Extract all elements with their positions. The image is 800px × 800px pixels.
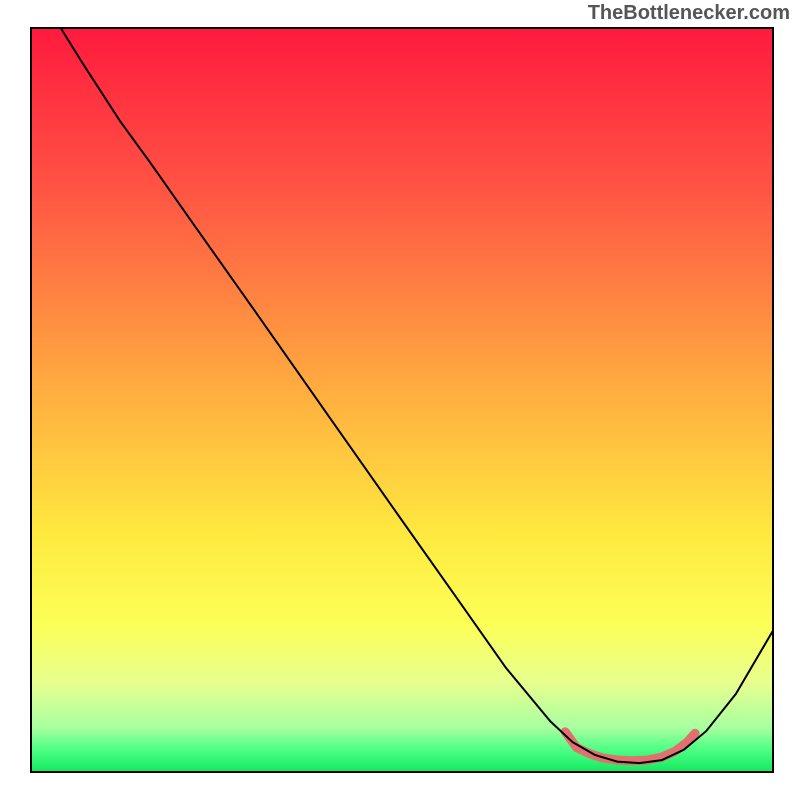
watermark-label: TheBottlenecker.com xyxy=(588,2,790,25)
plot-background xyxy=(31,28,773,772)
bottleneck-chart xyxy=(0,0,800,800)
